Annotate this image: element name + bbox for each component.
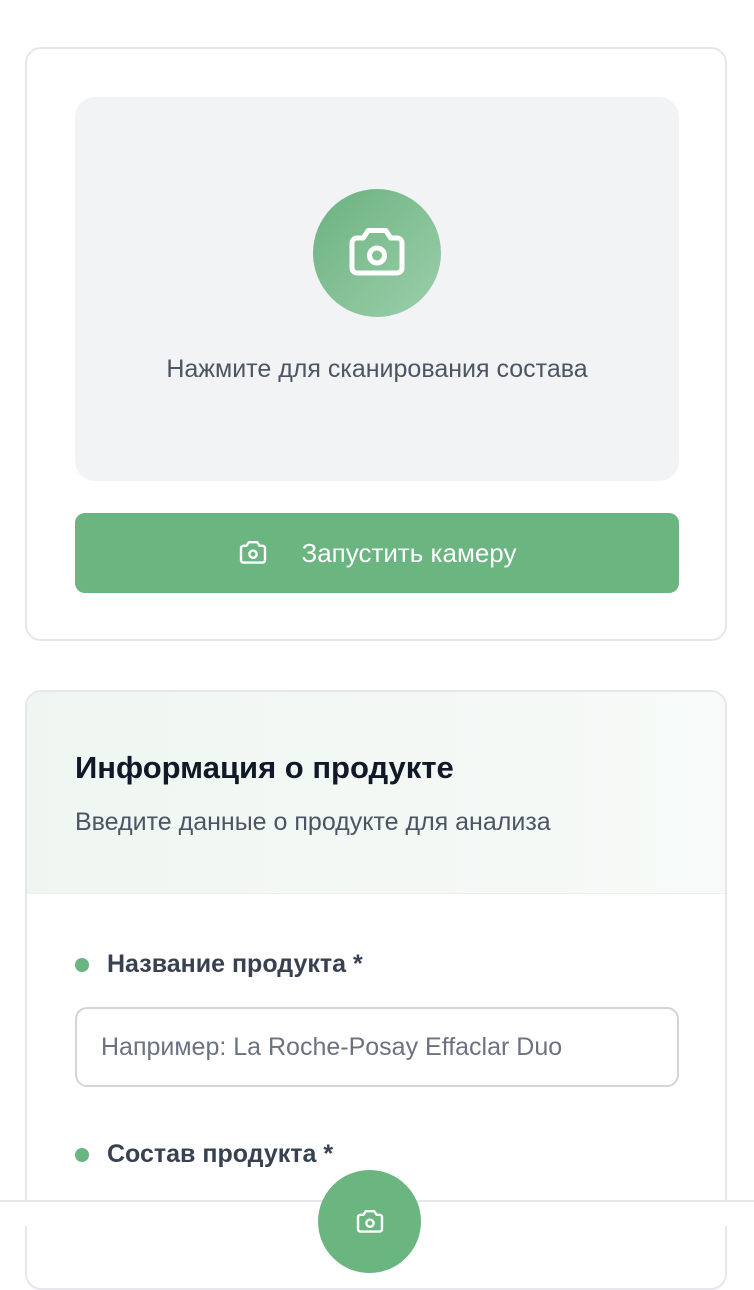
composition-label-text: Состав продукта * [107, 1140, 334, 1168]
scanner-card: Нажмите для сканирования состава Запусти… [25, 47, 727, 641]
scan-dropzone[interactable]: Нажмите для сканирования состава [75, 97, 679, 481]
product-name-input[interactable] [75, 1007, 679, 1087]
start-camera-button[interactable]: Запустить камеру [75, 513, 679, 593]
composition-label: Состав продукта * [75, 1140, 333, 1169]
camera-icon [356, 1210, 383, 1233]
scan-fab-button[interactable] [318, 1170, 421, 1273]
camera-icon [239, 541, 266, 564]
section-title: Информация о продукте [75, 750, 454, 785]
bullet-dot [75, 1147, 89, 1162]
camera-icon [349, 228, 405, 276]
section-subtitle: Введите данные о продукте для анализа [75, 808, 551, 836]
product-name-label-text: Название продукта * [107, 950, 363, 978]
product-info-header: Информация о продукте Введите данные о п… [27, 692, 725, 894]
bullet-dot [75, 957, 89, 972]
product-name-label: Название продукта * [75, 950, 363, 979]
camera-circle [313, 189, 441, 317]
start-camera-label: Запустить камеру [301, 537, 517, 568]
scan-hint: Нажмите для сканирования состава [166, 355, 588, 383]
